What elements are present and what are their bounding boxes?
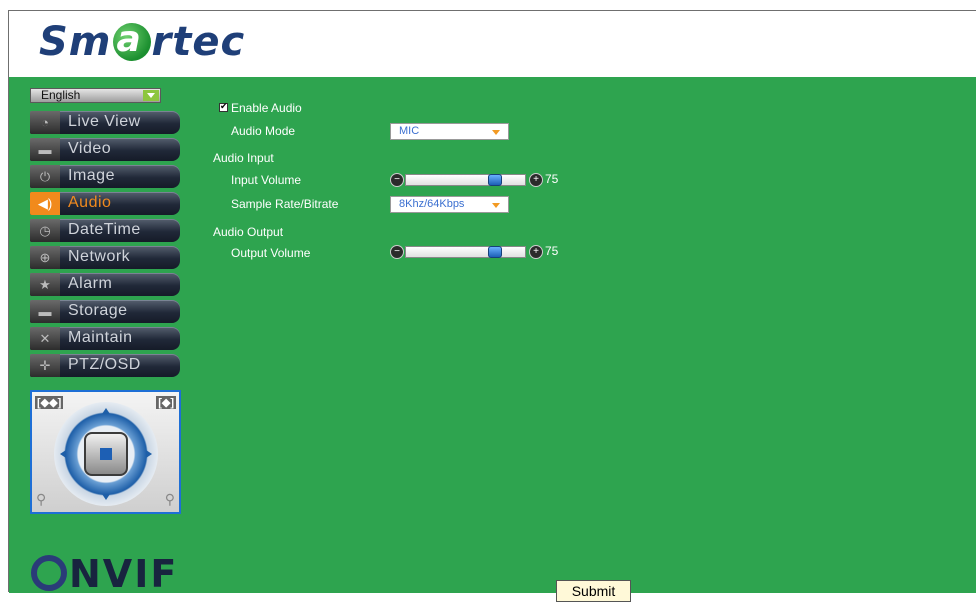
zoom-out-icon[interactable]: ⚲ bbox=[36, 491, 46, 508]
sidebar-item-datetime[interactable]: ◷ DateTime bbox=[30, 219, 180, 242]
input-volume-thumb[interactable] bbox=[488, 174, 502, 186]
sample-rate-select[interactable]: 8Khz/64Kbps bbox=[390, 196, 509, 213]
main-content: English ◔ Live View ▬ Video ⏻ Image ◀) A… bbox=[9, 77, 976, 602]
star-icon: ★ bbox=[30, 273, 60, 296]
onvif-logo: NVIF bbox=[31, 552, 178, 596]
globe-icon: ⊕ bbox=[30, 246, 60, 269]
onvif-o-icon bbox=[31, 555, 67, 591]
ptz-auto-button[interactable]: [◆◆] bbox=[35, 396, 64, 409]
sidebar-item-video[interactable]: ▬ Video bbox=[30, 138, 180, 161]
chat-icon: ◔ bbox=[30, 111, 60, 134]
speaker-icon: ◀) bbox=[30, 192, 60, 215]
audio-mode-label: Audio Mode bbox=[231, 124, 296, 138]
sidebar-item-label: Image bbox=[68, 167, 115, 184]
sidebar-item-label: Live View bbox=[68, 113, 141, 130]
arrow-down-icon[interactable] bbox=[102, 494, 110, 500]
language-select[interactable]: English bbox=[30, 88, 161, 103]
sidebar-item-label: Network bbox=[68, 248, 131, 265]
output-volume-track[interactable] bbox=[405, 246, 526, 258]
sidebar-item-label: Storage bbox=[68, 302, 128, 319]
input-volume-label: Input Volume bbox=[231, 173, 302, 187]
output-volume-thumb[interactable] bbox=[488, 246, 502, 258]
onvif-logo-text: NVIF bbox=[69, 552, 179, 596]
folder-icon: ▬ bbox=[30, 300, 60, 323]
submit-button[interactable]: Submit bbox=[556, 580, 631, 602]
arrow-right-icon[interactable] bbox=[146, 450, 152, 458]
power-icon: ⏻ bbox=[30, 165, 60, 188]
sidebar-item-network[interactable]: ⊕ Network bbox=[30, 246, 180, 269]
ptz-control-panel: [◆◆] [◆] ⚲ ⚲ bbox=[30, 390, 181, 514]
sample-rate-value: 8Khz/64Kbps bbox=[399, 198, 465, 210]
audio-mode-value: MIC bbox=[399, 125, 420, 137]
sidebar-item-label: Maintain bbox=[68, 329, 133, 346]
sidebar-item-audio[interactable]: ◀) Audio bbox=[30, 192, 180, 215]
sidebar-item-label: Audio bbox=[68, 194, 112, 211]
sample-rate-label: Sample Rate/Bitrate bbox=[231, 197, 339, 211]
tools-icon: ✕ bbox=[30, 327, 60, 350]
ptz-center-button[interactable] bbox=[84, 432, 128, 476]
input-volume-track[interactable] bbox=[405, 174, 526, 186]
sidebar-item-storage[interactable]: ▬ Storage bbox=[30, 300, 180, 323]
app-frame: Sm a rtec English ◔ Live View ▬ Video ⏻ Im… bbox=[8, 10, 976, 602]
sidebar-item-ptz-osd[interactable]: ✛ PTZ/OSD bbox=[30, 354, 180, 377]
audio-mode-select[interactable]: MIC bbox=[390, 123, 509, 140]
sidebar-item-label: Video bbox=[68, 140, 112, 157]
language-value: English bbox=[41, 88, 81, 102]
output-volume-label: Output Volume bbox=[231, 246, 311, 260]
ptz-direction-ring[interactable] bbox=[54, 402, 158, 506]
chevron-down-icon[interactable] bbox=[143, 90, 159, 101]
plus-icon[interactable]: + bbox=[529, 245, 543, 259]
minus-icon[interactable]: − bbox=[390, 173, 404, 187]
arrow-up-icon[interactable] bbox=[102, 408, 110, 414]
plus-icon[interactable]: + bbox=[529, 173, 543, 187]
header: Sm a rtec bbox=[9, 11, 976, 77]
camera-icon: ▬ bbox=[30, 138, 60, 161]
sidebar-item-label: Alarm bbox=[68, 275, 113, 292]
chevron-down-icon bbox=[492, 203, 500, 208]
enable-audio-label: Enable Audio bbox=[231, 101, 302, 115]
input-volume-slider[interactable]: − + 75 bbox=[390, 172, 560, 187]
sidebar-item-label: DateTime bbox=[68, 221, 141, 238]
sidebar-item-alarm[interactable]: ★ Alarm bbox=[30, 273, 180, 296]
zoom-in-icon[interactable]: ⚲ bbox=[165, 491, 175, 508]
sidebar-item-image[interactable]: ⏻ Image bbox=[30, 165, 180, 188]
clock-icon: ◷ bbox=[30, 219, 60, 242]
audio-input-heading: Audio Input bbox=[213, 151, 274, 165]
ptz-home-button[interactable]: [◆] bbox=[156, 396, 176, 409]
minus-icon[interactable]: − bbox=[390, 245, 404, 259]
output-volume-value: 75 bbox=[545, 244, 559, 258]
sidebar-item-label: PTZ/OSD bbox=[68, 356, 141, 373]
smartec-logo: Sm a rtec bbox=[39, 19, 246, 65]
sidebar-item-live-view[interactable]: ◔ Live View bbox=[30, 111, 180, 134]
audio-output-heading: Audio Output bbox=[213, 225, 284, 239]
sidebar-menu: ◔ Live View ▬ Video ⏻ Image ◀) Audio ◷ D… bbox=[30, 111, 180, 381]
sidebar-item-maintain[interactable]: ✕ Maintain bbox=[30, 327, 180, 350]
input-volume-value: 75 bbox=[545, 172, 559, 186]
output-volume-slider[interactable]: − + 75 bbox=[390, 244, 560, 259]
enable-audio-checkbox[interactable] bbox=[219, 101, 228, 112]
arrow-left-icon[interactable] bbox=[60, 450, 66, 458]
move-icon: ✛ bbox=[30, 354, 60, 377]
chevron-down-icon bbox=[492, 130, 500, 135]
